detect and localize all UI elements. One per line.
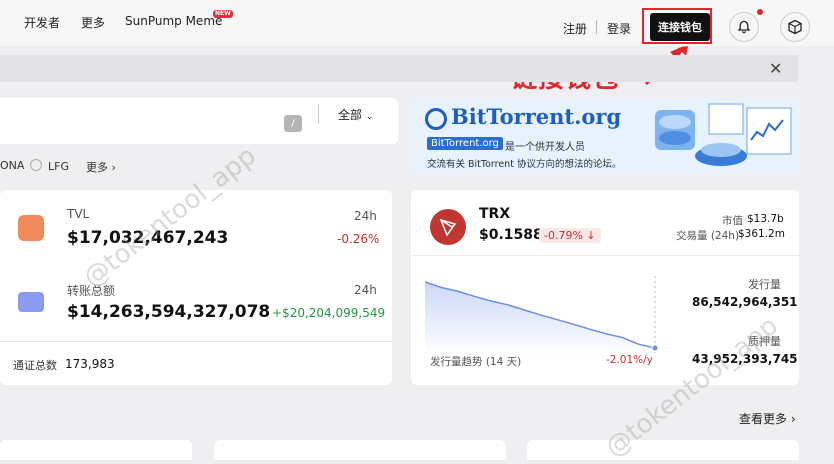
tvl-label: TVL xyxy=(67,207,90,221)
cube-icon xyxy=(788,19,802,35)
trx-change: -0.79% xyxy=(544,229,583,242)
token-icon xyxy=(30,159,42,171)
notification-button[interactable] xyxy=(729,12,759,42)
banner-illustration xyxy=(655,103,792,166)
stats-divider xyxy=(0,341,392,342)
trx-price: $0.1588 xyxy=(479,227,543,243)
new-badge: NEW xyxy=(213,10,233,18)
transfer-change: +$20,204,099,549 xyxy=(272,306,386,320)
bottom-card-2 xyxy=(214,440,506,460)
apps-button[interactable] xyxy=(780,12,810,42)
banner-line2: 交流有关 BitTorrent 协议方向的想法的论坛。 xyxy=(427,159,622,170)
tokens-value: 173,983 xyxy=(65,357,115,371)
issuance-trend-chart xyxy=(425,276,659,356)
nav-developers[interactable]: 开发者 xyxy=(24,14,60,31)
search-filter-label: 全部 xyxy=(338,108,363,122)
notification-dot xyxy=(757,9,763,15)
chevron-down-icon: ⌄ xyxy=(365,112,374,122)
close-icon[interactable]: ✕ xyxy=(769,59,782,78)
transfer-icon xyxy=(18,292,44,312)
tvl-period: 24h xyxy=(354,209,377,223)
trx-divider xyxy=(411,255,799,256)
tron-icon xyxy=(439,218,457,237)
search-filter-select[interactable]: 全部 ⌄ xyxy=(338,106,373,123)
nav-more[interactable]: 更多 xyxy=(81,14,105,31)
search-shortcut-key: / xyxy=(284,115,302,132)
bittorrent-badge: BitTorrent.org xyxy=(427,137,503,150)
nav-sunpump-label: SunPump Meme xyxy=(125,14,223,28)
transfer-period: 24h xyxy=(354,283,377,297)
issued-value: 86,542,964,351 xyxy=(692,295,798,309)
register-link[interactable]: 注册 xyxy=(563,20,587,37)
trend-label: 发行量趋势 (14 天) xyxy=(430,356,522,368)
bittorrent-logo-icon xyxy=(425,108,447,130)
issued-label: 发行量 xyxy=(748,278,781,291)
tvl-change: -0.26% xyxy=(337,232,380,246)
login-link[interactable]: 登录 xyxy=(607,20,631,37)
trend-endpoint xyxy=(651,344,659,352)
transfer-value: $14,263,594,327,078 xyxy=(67,302,271,322)
tags-more-link[interactable]: 更多 › xyxy=(86,159,116,175)
trx-logo-icon xyxy=(430,209,466,245)
nav-sunpump[interactable]: SunPump Meme NEW xyxy=(125,10,233,28)
tags-more-label: 更多 xyxy=(86,161,108,174)
volume-value: $361.2m xyxy=(738,228,785,240)
mcap-value: $13.7b xyxy=(747,213,784,225)
mcap-label: 市值 xyxy=(722,215,743,227)
tvl-icon xyxy=(18,215,44,241)
chevron-right-icon: › xyxy=(790,412,796,426)
search-divider xyxy=(318,104,319,124)
trx-change-badge: -0.79% ↓ xyxy=(539,228,601,243)
bittorrent-logo-text: BitTorrent.org xyxy=(451,104,622,129)
bell-icon xyxy=(737,20,751,34)
chevron-right-icon: › xyxy=(111,161,116,174)
stats-card xyxy=(0,190,392,385)
tag-lfg-label: LFG xyxy=(48,160,69,173)
volume-label: 交易量 (24h) xyxy=(676,230,740,242)
notice-bar xyxy=(0,55,798,82)
trend-rate: -2.01%/y xyxy=(606,354,653,366)
view-more-link[interactable]: 查看更多 › xyxy=(739,410,796,427)
connect-wallet-button[interactable]: 连接钱包 xyxy=(650,13,710,41)
arrow-down-icon: ↓ xyxy=(586,229,596,242)
bittorrent-banner[interactable]: BitTorrent.org BitTorrent.org 是一个供开发人员 交… xyxy=(411,98,799,174)
view-more-label: 查看更多 xyxy=(739,412,788,426)
tag-lfg[interactable]: LFG xyxy=(30,159,69,173)
banner-line1: 是一个供开发人员 xyxy=(505,142,585,153)
nav-divider xyxy=(596,20,597,34)
trend-area xyxy=(425,282,655,356)
bottom-card-1 xyxy=(0,440,192,460)
tokens-label: 通证总数 xyxy=(13,359,57,372)
trx-name: TRX xyxy=(479,206,511,222)
bottom-card-3 xyxy=(527,440,799,460)
tag-ona[interactable]: ONA xyxy=(0,159,24,172)
